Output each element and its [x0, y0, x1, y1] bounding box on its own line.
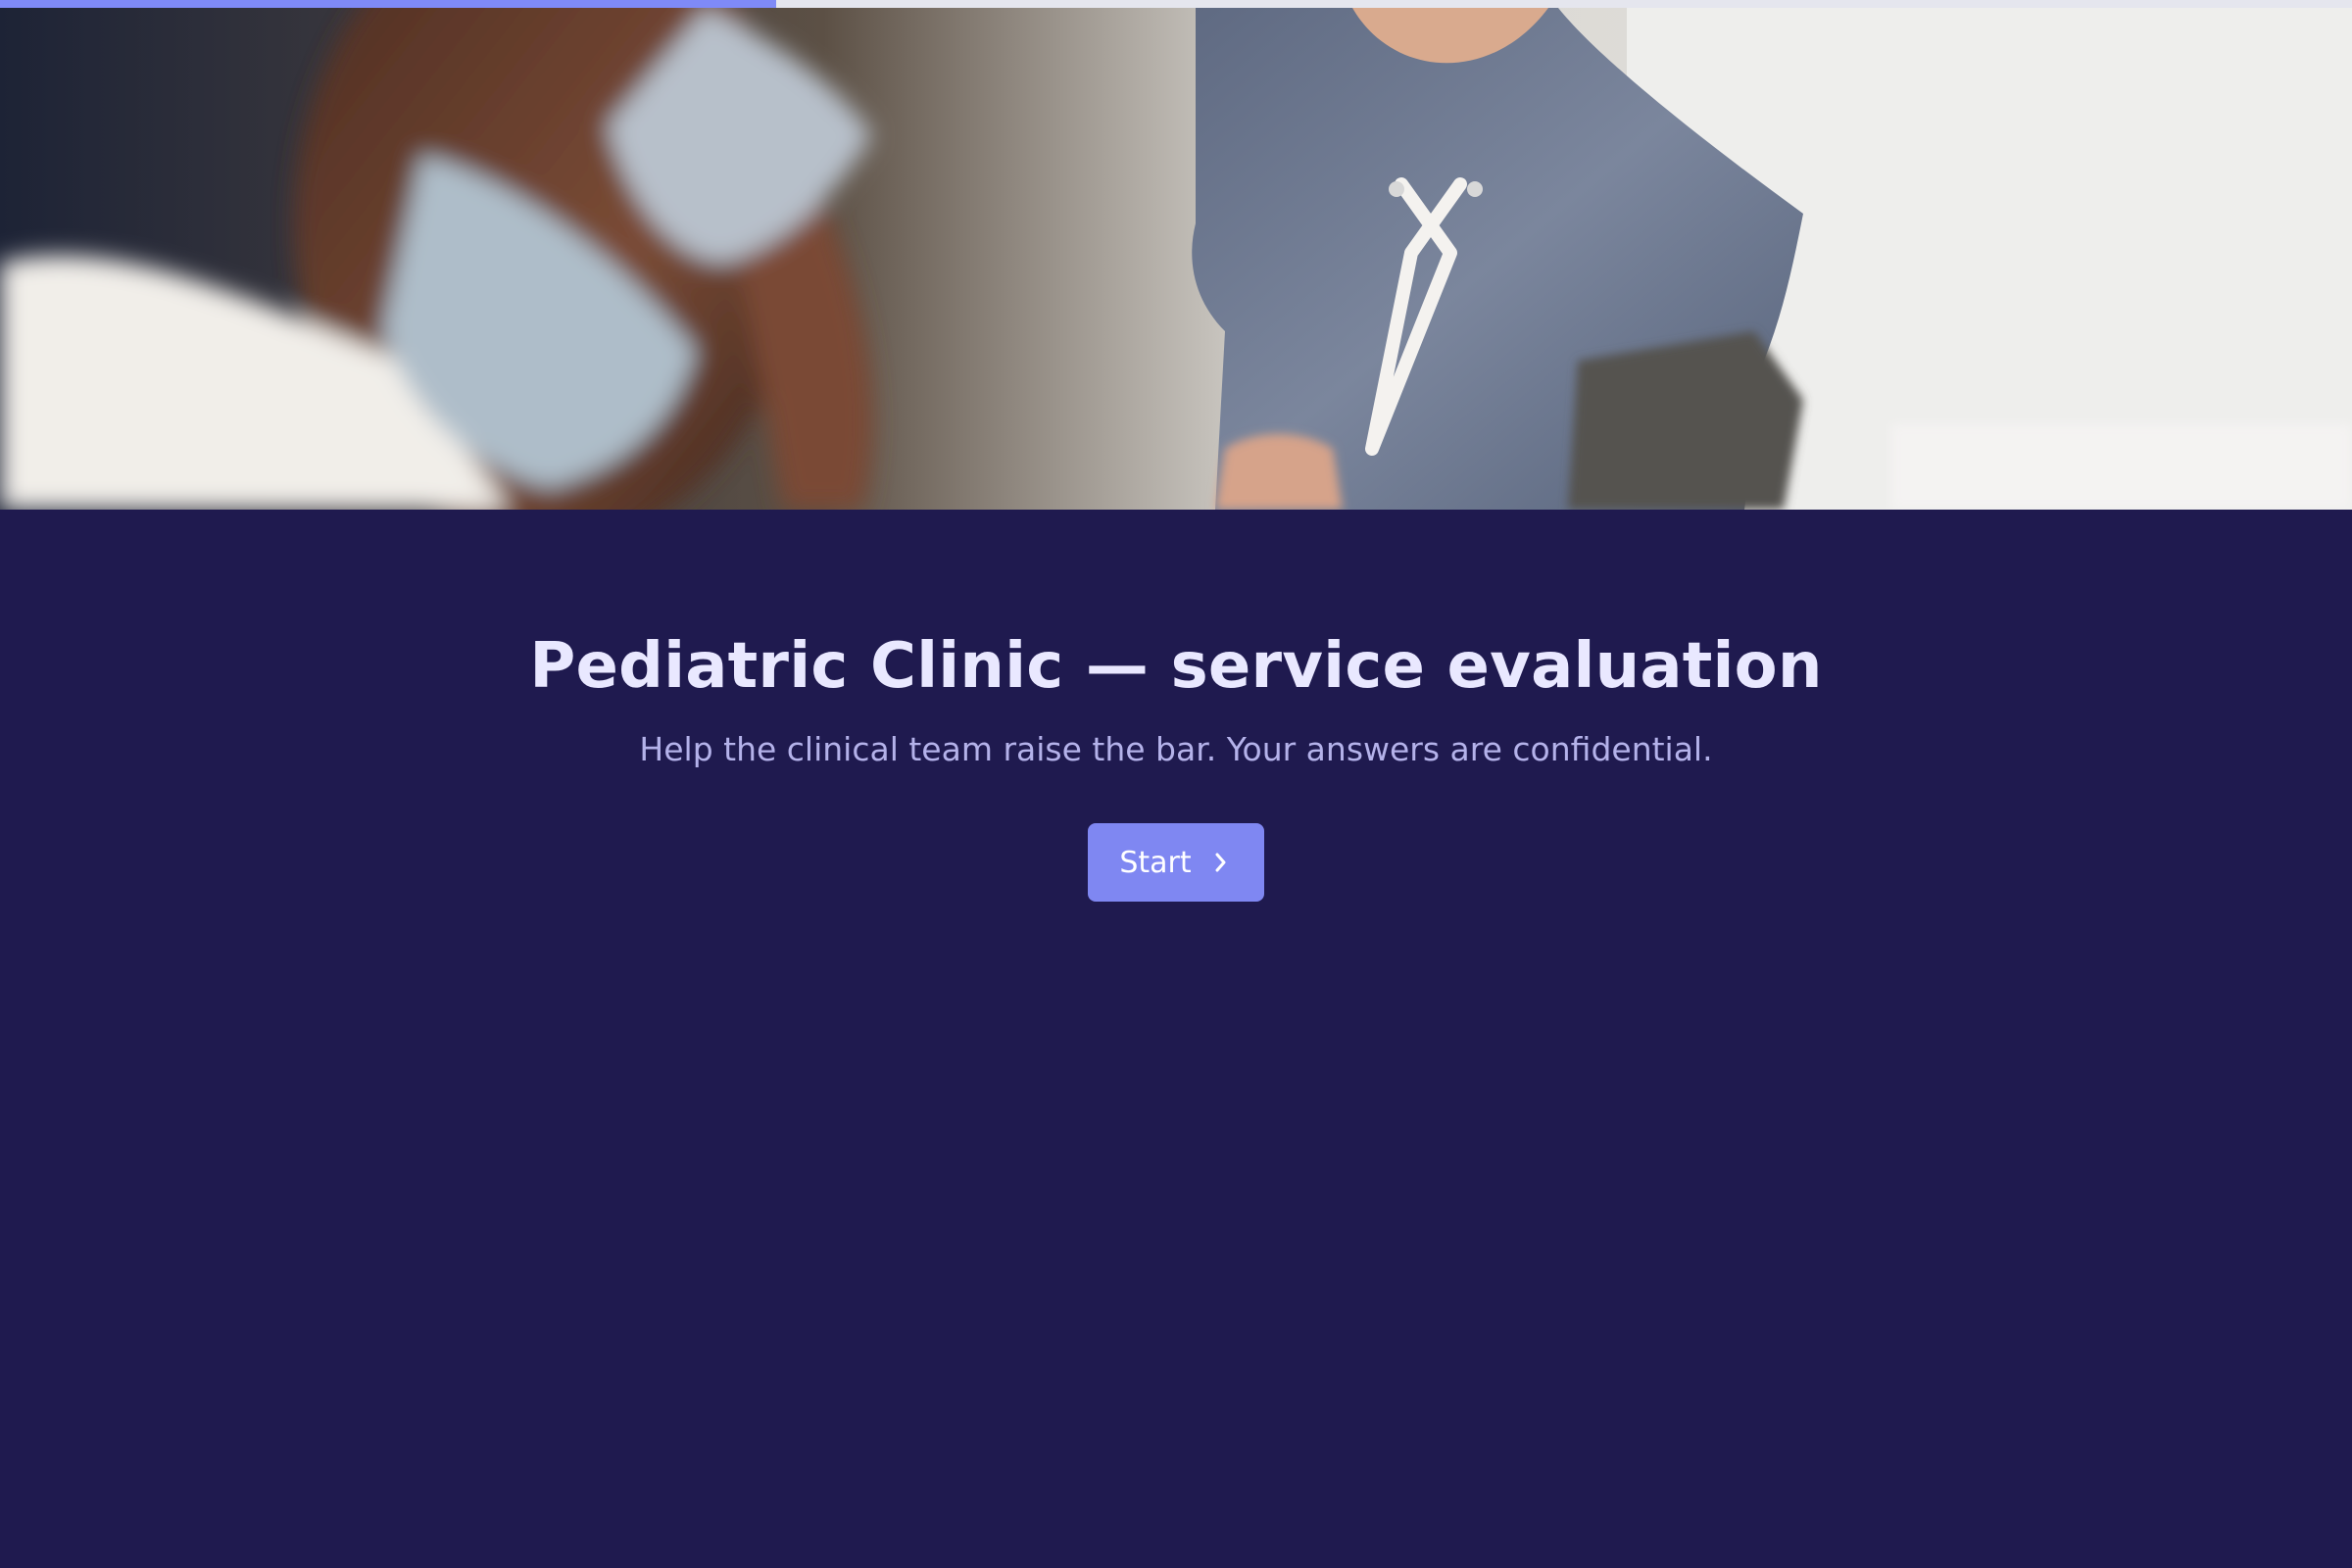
page-subtitle: Help the clinical team raise the bar. Yo… [639, 730, 1713, 768]
start-button-label: Start [1119, 845, 1192, 880]
survey-page: Pediatric Clinic — service evaluation He… [0, 0, 2352, 1568]
hero-image [0, 8, 2352, 510]
progress-bar [0, 0, 2352, 8]
intro-section: Pediatric Clinic — service evaluation He… [0, 510, 2352, 1568]
start-button[interactable]: Start [1088, 823, 1264, 902]
page-title: Pediatric Clinic — service evaluation [529, 630, 1823, 703]
chevron-right-icon [1209, 851, 1233, 874]
clinical-photo-illustration [0, 8, 2352, 510]
progress-fill [0, 0, 776, 8]
